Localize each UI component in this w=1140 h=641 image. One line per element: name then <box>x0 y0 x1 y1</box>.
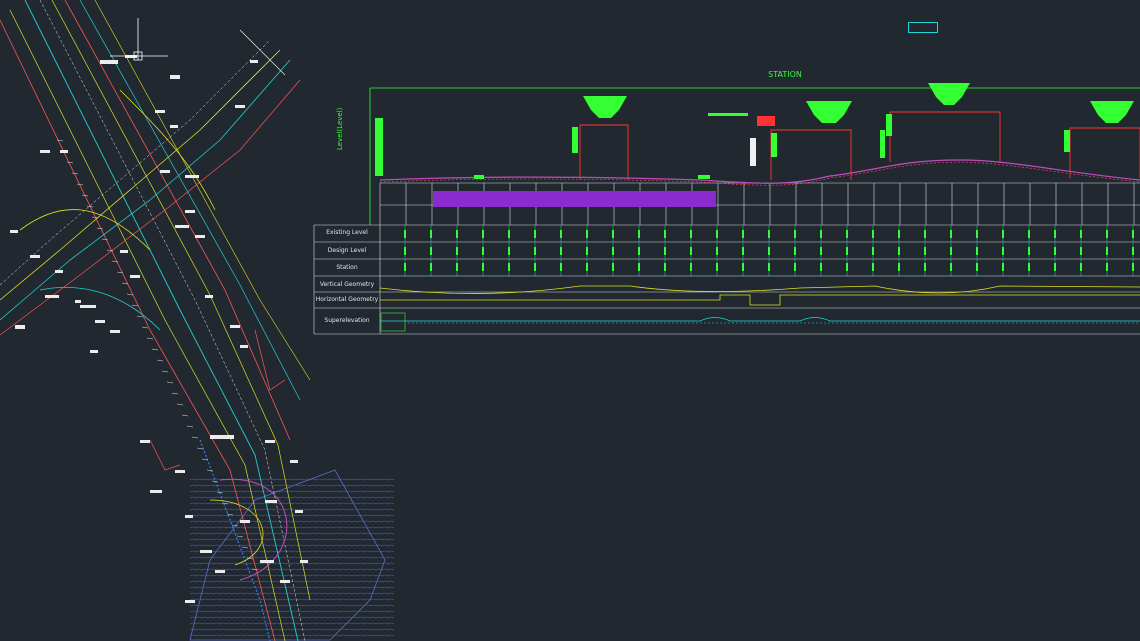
profile-table <box>313 224 1140 335</box>
cad-canvas[interactable]: STATION Level(Level) Existing Level Desi… <box>0 0 1140 641</box>
row-label-horizontal-geometry: Horizontal Geometry <box>315 296 379 303</box>
row-label-superelevation: Superelevation <box>324 317 370 324</box>
row-label-existing-level: Existing Level <box>326 229 368 236</box>
profile-title: STATION <box>768 70 802 79</box>
design-profile <box>379 159 1140 207</box>
row-label-design-level: Design Level <box>327 247 367 254</box>
vertical-axis-label: Level(Level) <box>336 107 344 150</box>
profile-view[interactable] <box>0 0 1140 641</box>
row-label-vertical-geometry: Vertical Geometry <box>319 281 375 288</box>
row-label-station: Station <box>336 264 358 271</box>
drawing-stamp <box>908 22 938 33</box>
